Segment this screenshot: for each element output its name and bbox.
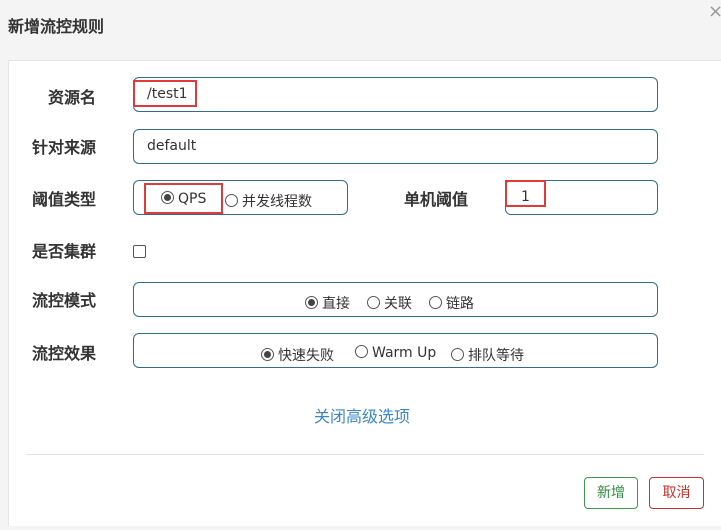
radio-selected-icon — [261, 348, 274, 361]
radio-icon — [355, 345, 368, 358]
single-threshold-label: 单机阈值 — [404, 190, 469, 209]
cluster-mode-label: 是否集群 — [32, 242, 97, 261]
radio-icon — [429, 296, 442, 309]
resource-name-highlight — [133, 80, 197, 107]
flow-mode-relate-label: 关联 — [384, 296, 412, 312]
radio-icon — [367, 296, 380, 309]
radio-selected-icon — [305, 296, 318, 309]
dialog-title: 新增流控规则 — [8, 17, 105, 36]
radio-icon — [451, 348, 464, 361]
resource-name-input[interactable]: /test1 — [133, 77, 658, 112]
flow-rule-dialog: 新增流控规则 × 资源名 /test1 针对来源 default 阈值类型 QP… — [0, 0, 721, 530]
threshold-value-highlight — [505, 180, 546, 207]
close-icon[interactable]: × — [708, 2, 721, 22]
behavior-fail-fast[interactable]: 快速失败 — [261, 345, 334, 365]
behavior-warm-up-label: Warm Up — [372, 345, 437, 361]
flow-mode-chain[interactable]: 链路 — [429, 293, 474, 313]
limit-app-label: 针对来源 — [32, 138, 97, 157]
flow-mode-direct[interactable]: 直接 — [305, 293, 350, 313]
radio-icon — [225, 194, 238, 207]
cancel-button[interactable]: 取消 — [649, 477, 704, 509]
footer-divider — [26, 454, 704, 455]
threshold-type-threads-label: 并发线程数 — [242, 194, 312, 210]
behavior-fail-fast-label: 快速失败 — [278, 348, 334, 364]
control-behavior-label: 流控效果 — [32, 344, 97, 363]
resource-name-label: 资源名 — [48, 88, 97, 107]
threshold-type-label: 阈值类型 — [32, 190, 97, 209]
behavior-queue[interactable]: 排队等待 — [451, 345, 524, 365]
limit-app-input[interactable]: default — [133, 129, 658, 164]
toggle-advanced-link[interactable]: 关闭高级选项 — [314, 403, 410, 427]
behavior-warm-up[interactable]: Warm Up — [355, 345, 436, 361]
add-button[interactable]: 新增 — [584, 477, 638, 509]
cluster-mode-checkbox[interactable] — [133, 245, 146, 258]
flow-mode-relate[interactable]: 关联 — [367, 293, 412, 313]
qps-highlight — [144, 183, 223, 214]
limit-app-value: default — [147, 138, 197, 154]
flow-mode-label: 流控模式 — [32, 291, 97, 310]
threshold-type-threads[interactable]: 并发线程数 — [225, 191, 312, 211]
flow-mode-chain-label: 链路 — [446, 296, 474, 312]
behavior-queue-label: 排队等待 — [468, 348, 524, 364]
flow-mode-direct-label: 直接 — [322, 296, 350, 312]
